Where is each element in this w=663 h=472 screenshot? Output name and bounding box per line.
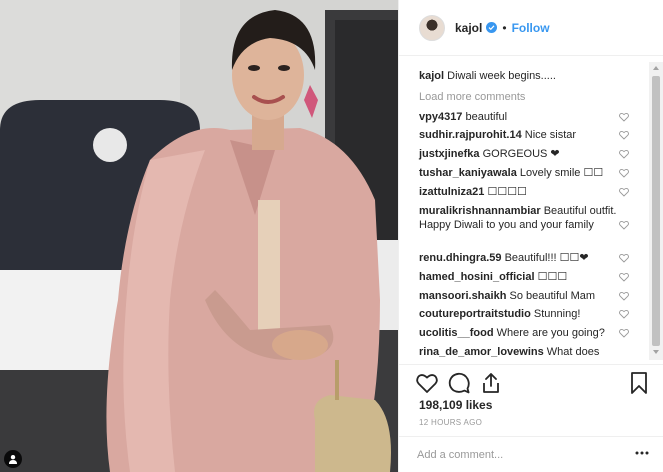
- comment-username[interactable]: coutureportraitstudio: [419, 308, 531, 320]
- comments-list[interactable]: kajol Diwali week begins..... Load more …: [399, 62, 663, 360]
- comment-item: muralikrishnannambiar Beautiful outfit. …: [419, 204, 634, 232]
- photo-image: [0, 0, 398, 472]
- person-tag-icon[interactable]: [4, 450, 22, 468]
- comment-text: ☐☐☐: [537, 271, 568, 283]
- comment-text: Where are you going?: [496, 327, 605, 339]
- comment-username[interactable]: vpy4317: [419, 111, 462, 123]
- comment-like-heart-icon[interactable]: [619, 272, 629, 282]
- heart-outline-icon[interactable]: [415, 371, 439, 395]
- comment-username[interactable]: muralikrishnannambiar: [419, 205, 541, 217]
- comment-text: Nice sistar: [524, 129, 577, 141]
- caption-username[interactable]: kajol: [419, 70, 444, 82]
- comment-username[interactable]: rina_de_amor_lovewins: [419, 346, 544, 358]
- comment-username[interactable]: renu.dhingra.59: [419, 252, 502, 264]
- comment-like-heart-icon[interactable]: [619, 187, 629, 197]
- scroll-up-arrow-icon[interactable]: [653, 66, 659, 70]
- share-icon[interactable]: [479, 371, 503, 395]
- comment-like-heart-icon[interactable]: [619, 112, 629, 122]
- comments-scrollbar[interactable]: [649, 62, 663, 360]
- scrollbar-thumb[interactable]: [652, 76, 660, 346]
- comment-username[interactable]: sudhir.rajpurohit.14: [419, 129, 522, 141]
- comment-text: So beautiful Mam: [509, 290, 596, 302]
- scroll-down-arrow-icon[interactable]: [653, 350, 659, 354]
- comment-text: Beautiful!!! ☐☐❤: [504, 252, 589, 264]
- comment-item: tushar_kaniyawala Lovely smile ☐☐: [419, 166, 634, 180]
- comment-like-heart-icon[interactable]: [619, 328, 629, 338]
- more-horizontal-icon[interactable]: [635, 451, 649, 455]
- comment-like-heart-icon[interactable]: [619, 291, 629, 301]
- comment-text: What does: [546, 346, 600, 358]
- comment-text: beautiful: [465, 111, 508, 123]
- add-comment-bar: [399, 436, 663, 472]
- author-username[interactable]: kajol: [455, 21, 482, 35]
- comment-username[interactable]: ucolitis__food: [419, 327, 494, 339]
- caption-text: Diwali week begins.....: [447, 70, 556, 82]
- verified-badge-icon: [486, 22, 498, 33]
- comment-username[interactable]: izattulniza21: [419, 186, 484, 198]
- comment-item: justxjinefka GORGEOUS ❤: [419, 147, 634, 161]
- comment-item: coutureportraitstudio Stunning!: [419, 307, 634, 321]
- comment-item: renu.dhingra.59 Beautiful!!! ☐☐❤: [419, 251, 634, 265]
- comment-like-heart-icon[interactable]: [619, 168, 629, 178]
- post-photo[interactable]: [0, 0, 398, 472]
- load-more-comments-button[interactable]: Load more comments: [419, 91, 525, 103]
- comment-item: rina_de_amor_lovewins What does: [419, 345, 634, 359]
- post-actions-bar: [399, 364, 663, 398]
- comment-item: izattulniza21 ☐☐☐☐: [419, 185, 634, 199]
- comment-text: Stunning!: [533, 308, 581, 320]
- comment-icon[interactable]: [447, 371, 471, 395]
- separator-dot: •: [502, 20, 507, 35]
- like-count[interactable]: 198,109 likes: [419, 398, 492, 412]
- post-caption: kajol Diwali week begins.....: [419, 70, 556, 82]
- comment-like-heart-icon[interactable]: [619, 149, 629, 159]
- post-side-panel: kajol • Follow kajol Diwali week begins.…: [398, 0, 663, 472]
- comment-item: sudhir.rajpurohit.14 Nice sistar: [419, 128, 634, 142]
- comment-username[interactable]: mansoori.shaikh: [419, 290, 506, 302]
- avatar[interactable]: [419, 14, 445, 41]
- comment-username[interactable]: justxjinefka: [419, 148, 480, 160]
- comment-username[interactable]: hamed_hosini_official: [419, 271, 535, 283]
- comment-item: ucolitis__food Where are you going?: [419, 326, 634, 340]
- comment-text: ☐☐☐☐: [487, 186, 527, 198]
- comment-text: Lovely smile ☐☐: [519, 167, 604, 179]
- comment-text: GORGEOUS ❤: [482, 148, 560, 160]
- comment-input[interactable]: [417, 446, 617, 464]
- comment-like-heart-icon[interactable]: [619, 309, 629, 319]
- bookmark-icon[interactable]: [627, 371, 651, 395]
- comment-username[interactable]: tushar_kaniyawala: [419, 167, 517, 179]
- comment-item: vpy4317 beautiful: [419, 110, 634, 124]
- comment-like-heart-icon[interactable]: [619, 253, 629, 263]
- comment-item: mansoori.shaikh So beautiful Mam: [419, 289, 634, 303]
- post-header: kajol • Follow: [399, 0, 663, 56]
- comment-like-heart-icon[interactable]: [619, 220, 629, 230]
- follow-button[interactable]: Follow: [512, 21, 550, 35]
- post-timestamp[interactable]: 12 HOURS AGO: [419, 418, 482, 427]
- comment-like-heart-icon[interactable]: [619, 130, 629, 140]
- comment-item: hamed_hosini_official ☐☐☐: [419, 270, 634, 284]
